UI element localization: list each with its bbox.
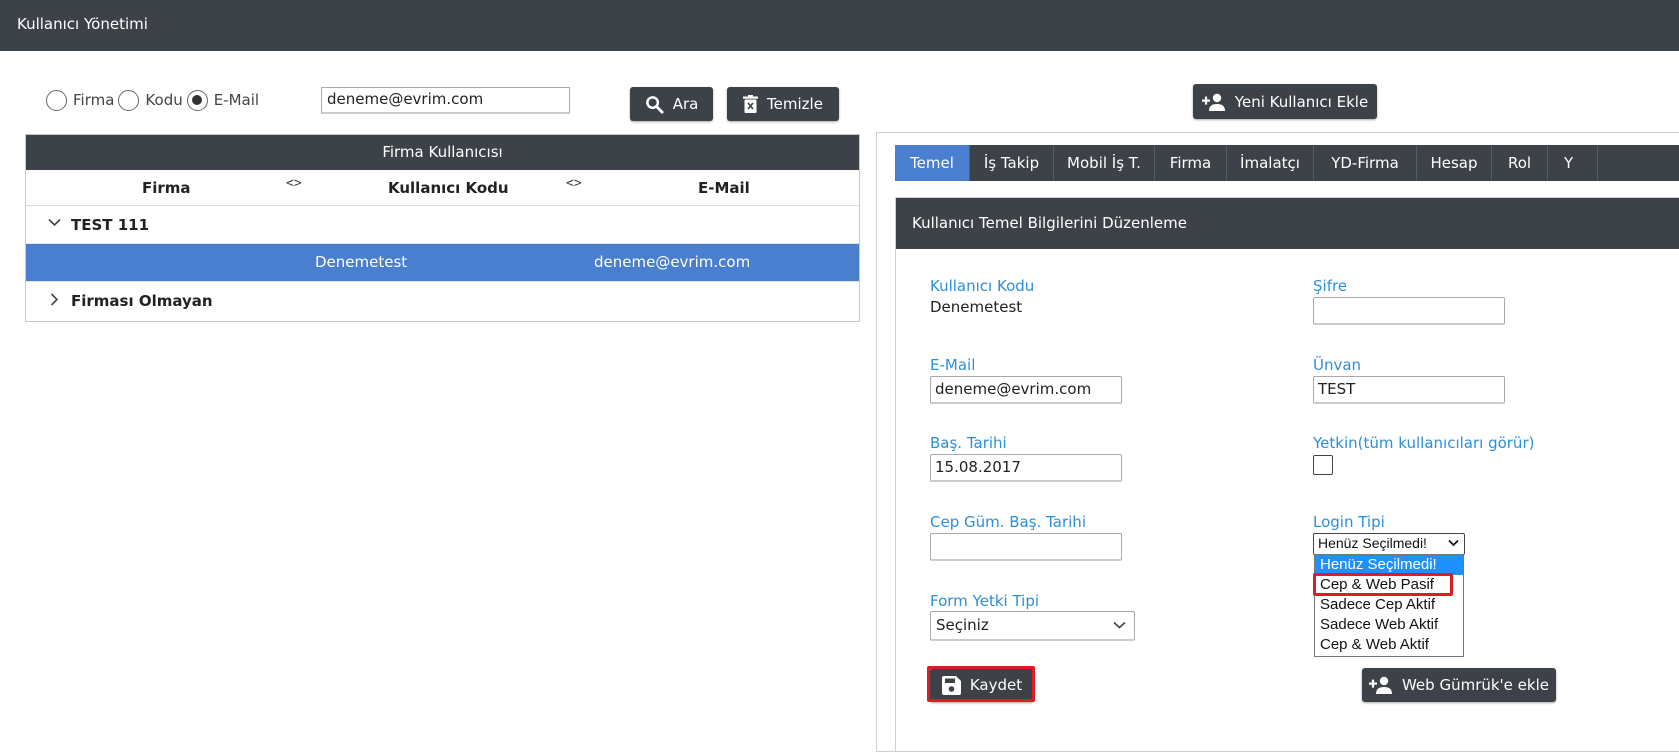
web-customs-add-button-label: Web Gümrük'e ekle	[1401, 676, 1549, 694]
authority-checkbox[interactable]	[1313, 455, 1333, 475]
title-label: Ünvan	[1313, 356, 1362, 374]
column-header-user-code[interactable]: Kullanıcı Kodu	[388, 179, 509, 197]
web-customs-add-button[interactable]: Web Gümrük'e ekle	[1362, 668, 1556, 702]
tab-firma[interactable]: Firma	[1155, 145, 1227, 181]
tab-temel[interactable]: Temel	[895, 145, 970, 181]
save-button[interactable]: Kaydet	[930, 668, 1034, 702]
chevron-right-icon[interactable]	[50, 293, 59, 306]
radio-circle[interactable]	[46, 89, 67, 111]
radio-kodu[interactable]: Kodu	[118, 89, 183, 111]
table-row-selected[interactable]: Denemetest deneme@evrim.com	[26, 244, 859, 282]
tab-hesap[interactable]: Hesap	[1417, 145, 1492, 181]
tab-mobil-is-takip[interactable]: Mobil İş T.	[1054, 145, 1155, 181]
add-user-icon	[1368, 676, 1392, 694]
start-date-label: Baş. Tarihi	[930, 434, 1007, 452]
dropdown-option[interactable]: Cep & Web Aktif	[1315, 635, 1463, 655]
row-email: deneme@evrim.com	[594, 253, 751, 271]
dropdown-option[interactable]: Henüz Seçilmedi!	[1315, 555, 1463, 575]
radio-label-firma: Firma	[73, 91, 115, 109]
login-type-label: Login Tipi	[1313, 513, 1385, 531]
group-label: TEST 111	[71, 216, 150, 234]
group-row[interactable]: Firması Olmayan	[26, 282, 859, 320]
floppy-disk-icon	[941, 675, 961, 695]
app-header: Kullanıcı Yönetimi	[0, 0, 1679, 51]
group-row[interactable]: TEST 111	[26, 206, 859, 244]
tab-imalatci[interactable]: İmalatçı	[1227, 145, 1314, 181]
dropdown-option[interactable]: Sadece Cep Aktif	[1315, 595, 1463, 615]
tab-yd-firma[interactable]: YD-Firma	[1314, 145, 1417, 181]
column-header-email[interactable]: E-Mail	[698, 179, 750, 197]
search-type-radio-group: Firma Kodu E-Mail	[46, 88, 263, 112]
clear-button[interactable]: Temizle	[727, 87, 839, 121]
radio-circle[interactable]	[118, 89, 140, 111]
search-button-label: Ara	[672, 95, 699, 113]
search-icon	[645, 95, 664, 114]
title-input[interactable]: TEST	[1313, 376, 1505, 404]
form-authority-label: Form Yetki Tipi	[930, 592, 1040, 610]
radio-firma[interactable]: Firma	[46, 89, 115, 111]
group-label: Firması Olmayan	[71, 292, 213, 310]
tab-rol[interactable]: Rol	[1492, 145, 1548, 181]
chevron-down-icon	[1113, 621, 1126, 629]
column-resize-handle[interactable]: <>	[566, 176, 582, 191]
chevron-down-icon[interactable]	[48, 218, 61, 227]
password-input[interactable]	[1313, 297, 1505, 325]
chevron-down-icon	[1448, 539, 1459, 547]
user-list-title: Firma Kullanıcısı	[26, 135, 859, 170]
form-title: Kullanıcı Temel Bilgilerini Düzenleme	[896, 198, 1679, 249]
tab-overflow[interactable]: Y	[1548, 145, 1598, 181]
add-user-button[interactable]: Yeni Kullanıcı Ekle	[1193, 84, 1377, 119]
search-input[interactable]: deneme@evrim.com	[321, 87, 570, 114]
column-header-firma[interactable]: Firma	[142, 179, 191, 197]
user-list-panel: Firma Kullanıcısı Firma <> Kullanıcı Kod…	[25, 134, 860, 322]
app-title: Kullanıcı Yönetimi	[17, 15, 148, 33]
detail-tabs: Temel İş Takip Mobil İş T. Firma İmalatç…	[895, 145, 1679, 181]
trash-icon	[743, 95, 759, 113]
save-button-label: Kaydet	[969, 676, 1023, 694]
clear-button-label: Temizle	[767, 95, 823, 113]
login-type-selected: Henüz Seçilmedi!	[1318, 535, 1427, 551]
add-user-button-label: Yeni Kullanıcı Ekle	[1234, 92, 1369, 111]
user-list-column-header: Firma <> Kullanıcı Kodu <> E-Mail	[26, 170, 859, 206]
row-user-code: Denemetest	[315, 253, 408, 271]
add-user-icon	[1201, 93, 1225, 111]
email-input[interactable]: deneme@evrim.com	[930, 376, 1122, 404]
password-label: Şifre	[1313, 277, 1348, 295]
dropdown-option[interactable]: Sadece Web Aktif	[1315, 615, 1463, 635]
form-authority-select[interactable]: Seçiniz	[930, 611, 1135, 641]
user-code-value: Denemetest	[930, 298, 1023, 316]
authority-label: Yetkin(tüm kullanıcıları görür)	[1313, 434, 1535, 452]
tab-is-takip[interactable]: İş Takip	[970, 145, 1054, 181]
radio-label-email: E-Mail	[213, 91, 260, 109]
mobile-start-date-input[interactable]	[930, 533, 1122, 561]
mobile-start-date-label: Cep Güm. Baş. Tarihi	[930, 513, 1086, 531]
radio-circle-checked[interactable]	[186, 89, 208, 111]
login-type-dropdown: Henüz Seçilmedi! Cep & Web Pasif Sadece …	[1314, 554, 1464, 657]
login-type-select[interactable]: Henüz Seçilmedi!	[1313, 533, 1465, 555]
column-resize-handle[interactable]: <>	[286, 176, 302, 191]
dropdown-option[interactable]: Cep & Web Pasif	[1315, 575, 1463, 595]
email-label: E-Mail	[930, 356, 976, 374]
search-button[interactable]: Ara	[630, 87, 713, 121]
radio-email[interactable]: E-Mail	[186, 89, 260, 111]
radio-label-kodu: Kodu	[145, 91, 183, 109]
user-code-label: Kullanıcı Kodu	[930, 277, 1035, 295]
start-date-input[interactable]: 15.08.2017	[930, 454, 1122, 482]
form-authority-selected: Seçiniz	[936, 616, 989, 634]
